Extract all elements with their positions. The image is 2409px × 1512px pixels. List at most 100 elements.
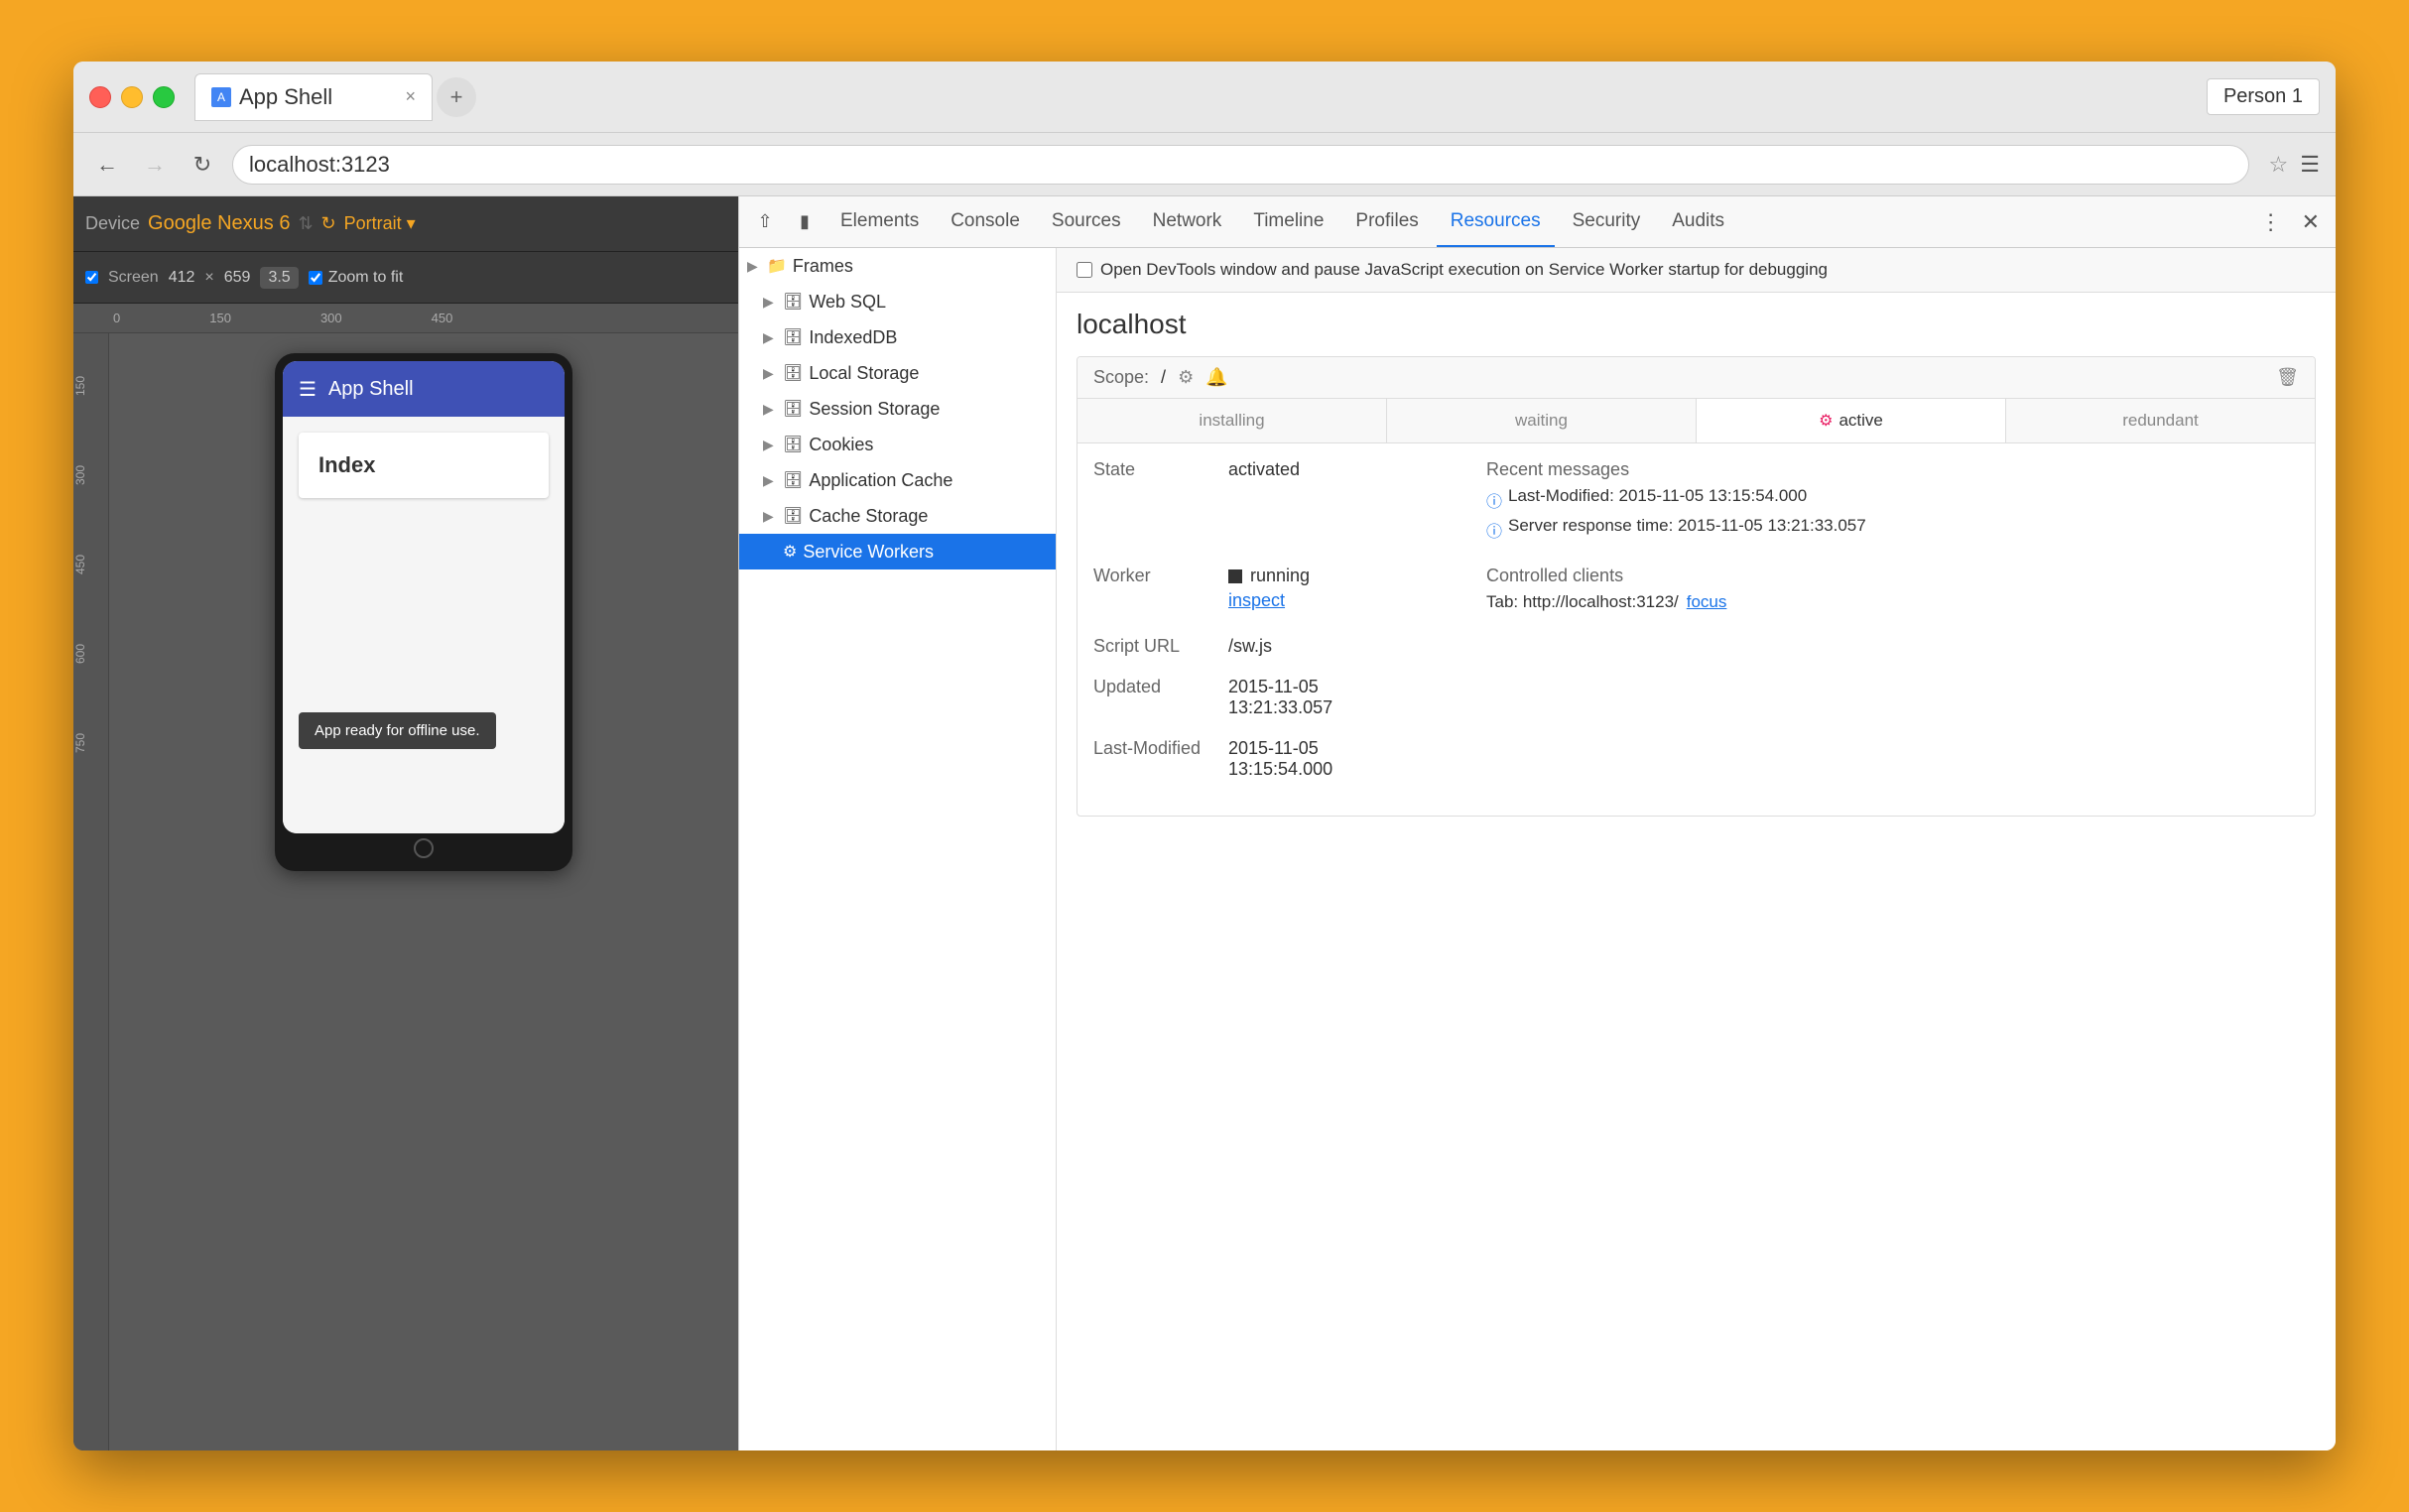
sw-scope-gear-icon[interactable]: ⚙ <box>1178 367 1194 388</box>
sw-message-1: ⓘ Last-Modified: 2015-11-05 13:15:54.000 <box>1486 486 2299 512</box>
tab-elements[interactable]: Elements <box>826 196 933 247</box>
sw-running-row: running <box>1228 566 1470 586</box>
sw-updated-key: Updated <box>1093 677 1212 718</box>
tree-label-websql: Web SQL <box>809 292 886 313</box>
tree-item-serviceworkers[interactable]: ⚙ Service Workers <box>739 534 1056 569</box>
close-button[interactable] <box>89 86 111 108</box>
browser-tab[interactable]: A App Shell × <box>194 73 433 121</box>
devtools-more-button[interactable]: ⋮ <box>2252 209 2290 235</box>
tab-audits[interactable]: Audits <box>1658 196 1738 247</box>
tree-item-frames[interactable]: ▶ 📁 Frames <box>739 248 1056 284</box>
ruler-num-v-300: 300 <box>73 431 108 520</box>
tree-arrow-websql: ▶ <box>763 294 777 311</box>
device-rotate-button[interactable]: ↻ <box>321 213 336 234</box>
app-body: Index App ready for offline use. <box>283 417 565 833</box>
devtools-panel: ⇧ ▮ Elements Console Sources Network Tim… <box>738 196 2336 1450</box>
dim-x: × <box>204 269 213 287</box>
tab-close-button[interactable]: × <box>405 86 416 107</box>
ruler-num-0: 0 <box>113 311 120 325</box>
devtools-close-button[interactable]: ✕ <box>2294 209 2328 235</box>
cachestorage-icon: 🗄 <box>783 506 803 526</box>
sw-inspect-row: inspect <box>1228 590 1470 611</box>
phone-inner: ☰ App Shell Index App ready for offline … <box>283 361 565 833</box>
cookies-icon: 🗄 <box>783 435 803 454</box>
tab-sources[interactable]: Sources <box>1038 196 1135 247</box>
tree-label-frames: Frames <box>793 256 853 277</box>
tree-label-appcache: Application Cache <box>809 470 952 491</box>
sw-tab-redundant[interactable]: redundant <box>2006 399 2315 442</box>
ruler-num-450: 450 <box>432 311 453 325</box>
tree-label-cachestorage: Cache Storage <box>809 506 928 527</box>
sw-tab-active[interactable]: ⚙ active <box>1697 399 2006 442</box>
address-bar[interactable]: localhost:3123 <box>232 145 2249 185</box>
sw-state-key: State <box>1093 459 1212 480</box>
toast-message: App ready for offline use. <box>299 712 496 749</box>
bookmark-icon[interactable]: ☆ <box>2269 152 2289 178</box>
sw-scope-bell-icon[interactable]: 🔔 <box>1205 367 1227 388</box>
reload-button[interactable]: ↻ <box>185 147 220 183</box>
cursor-icon[interactable]: ⇧ <box>747 204 783 240</box>
sw-debug-checkbox[interactable] <box>1077 262 1092 278</box>
sw-worker-row: Worker running inspect <box>1093 566 2299 616</box>
tab-profiles[interactable]: Profiles <box>1341 196 1432 247</box>
portrait-select[interactable]: Portrait ▾ <box>344 213 416 234</box>
phone-frame: ☰ App Shell Index App ready for offline … <box>275 353 572 871</box>
minimize-button[interactable] <box>121 86 143 108</box>
info-icon-2: ⓘ <box>1486 518 1502 542</box>
menu-icon[interactable]: ☰ <box>2300 152 2320 178</box>
forward-button[interactable]: → <box>137 147 173 183</box>
sw-active-icon: ⚙ <box>1819 411 1833 431</box>
device-phone-area: ☰ App Shell Index App ready for offline … <box>109 333 738 1450</box>
tree-item-indexeddb[interactable]: ▶ 🗄 IndexedDB <box>739 319 1056 355</box>
ruler-top: 0 150 300 450 <box>73 304 738 333</box>
ruler-horizontal-nums: 0 150 300 450 <box>113 311 452 325</box>
tree-label-localstorage: Local Storage <box>809 363 919 384</box>
browser-window: A App Shell × + Person 1 ← → ↻ localhost… <box>73 62 2336 1450</box>
app-index-card: Index <box>299 433 549 498</box>
sw-running-label: running <box>1250 566 1310 586</box>
zoom-fit-checkbox[interactable] <box>309 271 322 285</box>
phone-bottom-bar <box>283 833 565 863</box>
tab-console[interactable]: Console <box>937 196 1034 247</box>
tree-item-cachestorage[interactable]: ▶ 🗄 Cache Storage <box>739 498 1056 534</box>
tab-security[interactable]: Security <box>1559 196 1655 247</box>
sw-tab-installing[interactable]: installing <box>1078 399 1387 442</box>
sw-tab-waiting[interactable]: waiting <box>1387 399 1697 442</box>
info-icon-1: ⓘ <box>1486 488 1502 512</box>
screen-checkbox[interactable] <box>85 271 98 284</box>
sw-inspect-link[interactable]: inspect <box>1228 590 1285 610</box>
traffic-lights <box>89 86 175 108</box>
screen-width: 412 <box>169 269 195 287</box>
tree-item-cookies[interactable]: ▶ 🗄 Cookies <box>739 427 1056 462</box>
tree-item-appcache[interactable]: ▶ 🗄 Application Cache <box>739 462 1056 498</box>
screen-height: 659 <box>224 269 251 287</box>
back-button[interactable]: ← <box>89 147 125 183</box>
sw-host-title: localhost <box>1077 309 2316 340</box>
phone-home-button[interactable] <box>414 838 434 858</box>
device-name-select[interactable]: Google Nexus 6 <box>148 212 290 235</box>
screen-label: Screen <box>108 269 159 287</box>
tab-timeline[interactable]: Timeline <box>1239 196 1337 247</box>
profile-button[interactable]: Person 1 <box>2207 78 2320 115</box>
tree-arrow-cachestorage: ▶ <box>763 508 777 525</box>
phone-icon[interactable]: ▮ <box>787 204 823 240</box>
maximize-button[interactable] <box>153 86 175 108</box>
sw-focus-link[interactable]: focus <box>1687 592 1727 612</box>
tree-item-sessionstorage[interactable]: ▶ 🗄 Session Storage <box>739 391 1056 427</box>
devtools-content: ▶ 📁 Frames ▶ 🗄 Web SQL ▶ 🗄 IndexedDB <box>739 248 2336 1450</box>
device-area: Device Google Nexus 6 ⇅ ↻ Portrait ▾ Scr… <box>73 196 738 1450</box>
tab-label: App Shell <box>239 84 332 110</box>
tab-network[interactable]: Network <box>1139 196 1236 247</box>
tab-resources[interactable]: Resources <box>1437 196 1555 247</box>
tree-item-localstorage[interactable]: ▶ 🗄 Local Storage <box>739 355 1056 391</box>
sw-last-modified-row: Last-Modified 2015-11-05 13:15:54.000 <box>1093 738 2299 780</box>
new-tab-button[interactable]: + <box>437 77 476 117</box>
sw-controlled-clients-label: Controlled clients <box>1486 566 2299 586</box>
sw-scope-delete-button[interactable]: 🗑 <box>2276 367 2299 388</box>
stop-icon[interactable] <box>1228 569 1242 583</box>
sw-state-row: State activated Recent messages ⓘ <box>1093 459 2299 546</box>
tree-item-websql[interactable]: ▶ 🗄 Web SQL <box>739 284 1056 319</box>
device-toolbar-divider: ⇅ <box>298 213 313 234</box>
sw-host-section: localhost Scope: / ⚙ 🔔 🗑 <box>1057 293 2336 832</box>
device-label: Device <box>85 213 140 234</box>
